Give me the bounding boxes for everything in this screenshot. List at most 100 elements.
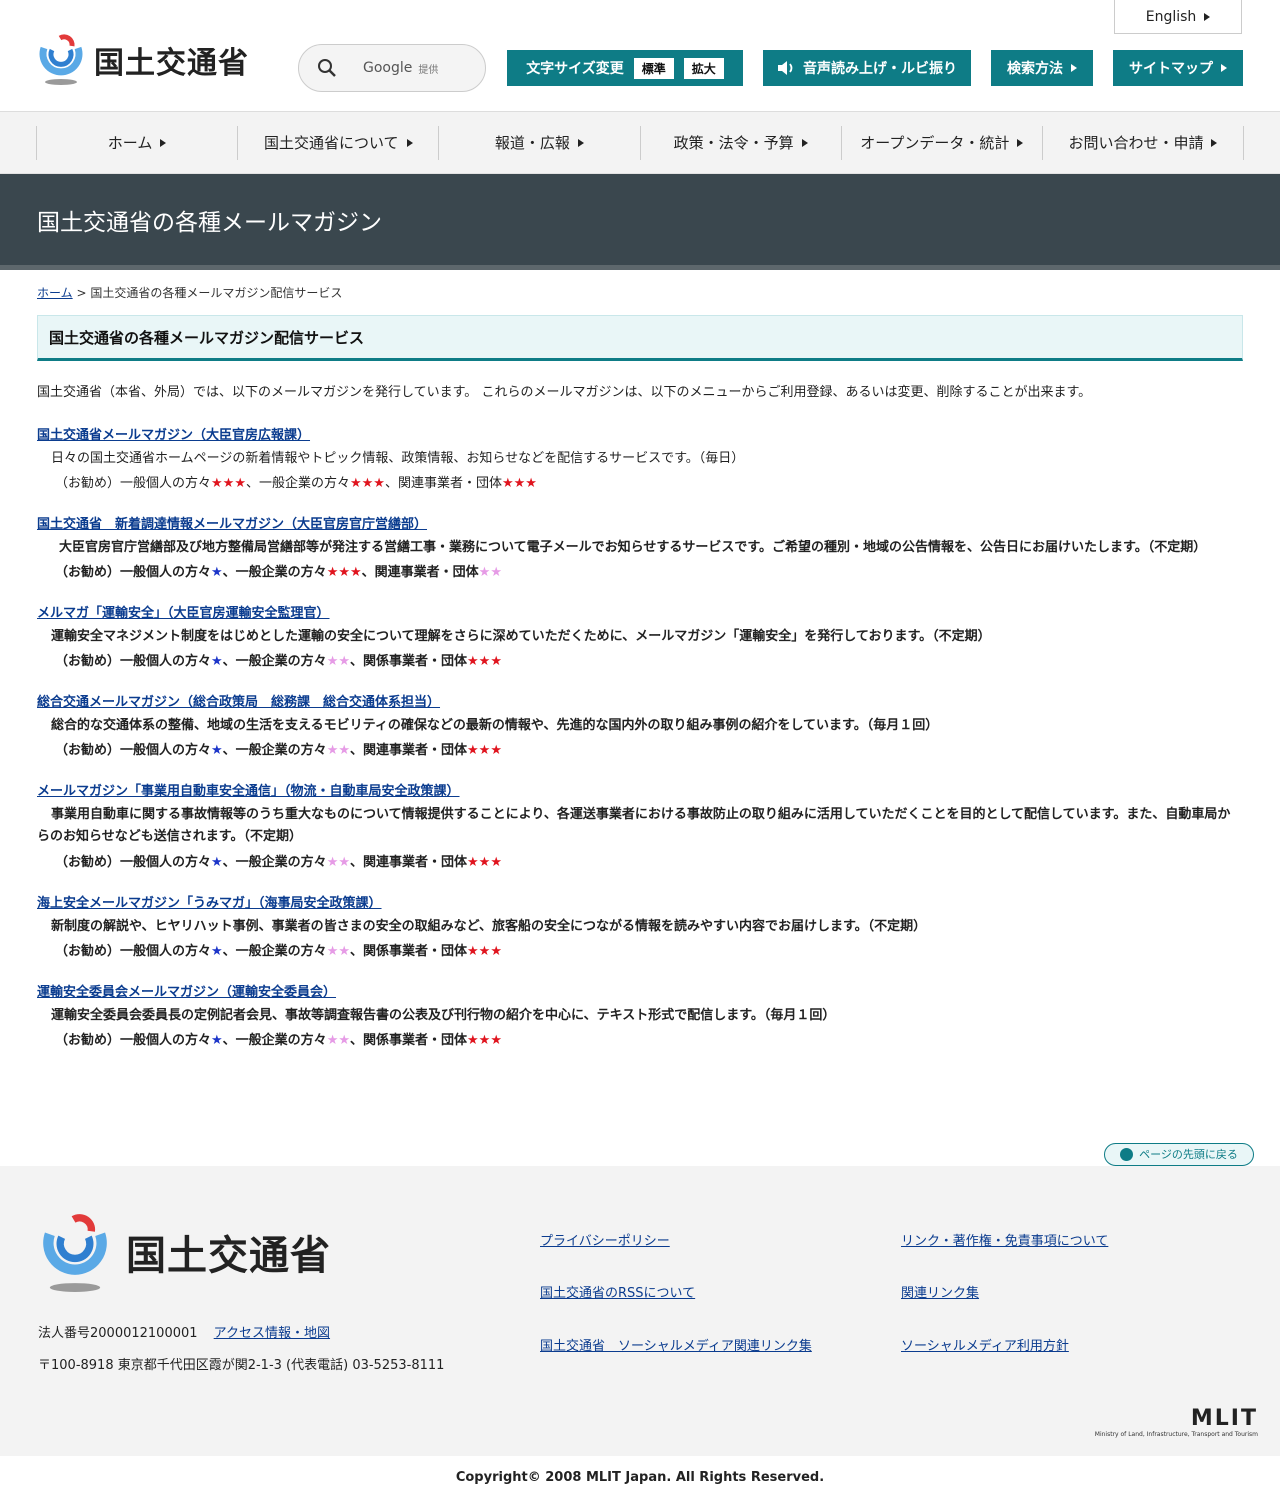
- site-footer: 国土交通省 法人番号2000012100001 アクセス情報・地図 〒100-8…: [0, 1165, 1280, 1456]
- social-links-link[interactable]: 国土交通省 ソーシャルメディア関連リンク集: [540, 1335, 812, 1354]
- voice-ruby-button[interactable]: 音声読み上げ・ルビ振り: [763, 50, 971, 86]
- nav-item-opendata[interactable]: オープンデータ・統計: [840, 125, 1042, 160]
- google-label: Google: [363, 60, 413, 76]
- nav-item-about[interactable]: 国土交通省について: [237, 125, 438, 160]
- nav-item-contact[interactable]: お問い合わせ・申請: [1041, 125, 1245, 160]
- triangle-right-icon: [160, 138, 167, 147]
- rating-stars: ★★★: [467, 943, 502, 959]
- site-logo[interactable]: 国土交通省: [36, 34, 249, 86]
- triangle-right-icon: [801, 138, 808, 147]
- nav-label: 政策・法令・予算: [673, 134, 794, 152]
- corp-number: 法人番号2000012100001: [38, 1325, 198, 1341]
- list-item: メルマガ「運輸安全」（大臣官房運輸安全監理官） 運輸安全マネジメント制度をはじめ…: [37, 602, 1243, 669]
- english-label: English: [1145, 8, 1197, 25]
- rating-stars: ★: [211, 854, 223, 870]
- rec-business-label: 、関連事業者・団体: [384, 476, 502, 492]
- rec-company-label: 、一般企業の方々: [245, 476, 350, 492]
- rec-company-label: 、一般企業の方々: [222, 654, 327, 670]
- english-button[interactable]: English: [1114, 0, 1242, 34]
- list-item: メールマガジン「事業用自動車安全通信」（物流・自動車局安全政策課） 事業用自動車…: [37, 780, 1243, 869]
- magazine-recommendation: （お勧め）一般個人の方々★、一般企業の方々★★★、関連事業者・団体★★: [37, 561, 1243, 580]
- nav-label: 報道・広報: [494, 134, 570, 152]
- magazine-description: 大臣官房官庁営繕部及び地方整備局営繕部等が発注する営繕工事・業務について電子メー…: [59, 540, 1207, 556]
- page-top-button[interactable]: ページの先頭に戻る: [1104, 1142, 1254, 1166]
- social-policy-link[interactable]: ソーシャルメディア利用方針: [901, 1335, 1069, 1354]
- page-title-band: 国土交通省の各種メールマガジン: [0, 174, 1280, 270]
- search-method-button[interactable]: 検索方法: [991, 50, 1093, 86]
- nav-label: 国土交通省について: [263, 134, 399, 152]
- copyright: Copyright© 2008 MLIT Japan. All Rights R…: [455, 1470, 825, 1486]
- breadcrumb-home-link[interactable]: ホーム: [37, 286, 73, 300]
- rating-stars: ★★★: [467, 743, 502, 759]
- privacy-policy-link[interactable]: プライバシーポリシー: [540, 1230, 670, 1249]
- rec-company-label: 、一般企業の方々: [222, 743, 327, 759]
- rating-stars: ★★: [326, 654, 350, 670]
- rec-company-label: 、一般企業の方々: [222, 1032, 327, 1048]
- search-input[interactable]: Google 提供: [298, 44, 486, 92]
- font-large-button[interactable]: 拡大: [683, 57, 724, 79]
- nav-item-policy[interactable]: 政策・法令・予算: [639, 125, 841, 160]
- magazine-link[interactable]: 海上安全メールマガジン「うみマガ」（海事局安全政策課）: [37, 896, 382, 911]
- rec-individual-label: （お勧め）一般個人の方々: [55, 565, 212, 581]
- rating-stars: ★: [211, 1032, 223, 1048]
- rec-company-label: 、一般企業の方々: [222, 565, 327, 581]
- sitemap-button[interactable]: サイトマップ: [1113, 50, 1243, 86]
- rec-business-label: 、関連事業者・団体: [361, 565, 479, 581]
- rating-stars: ★: [211, 654, 223, 670]
- mlit-subtext: Ministry of Land, Infrastructure, Transp…: [1094, 1430, 1258, 1438]
- rating-stars: ★: [211, 743, 223, 759]
- magazine-link[interactable]: メールマガジン「事業用自動車安全通信」（物流・自動車局安全政策課）: [37, 784, 460, 799]
- list-item: 総合交通メールマガジン（総合政策局 総務課 総合交通体系担当） 総合的な交通体系…: [37, 691, 1243, 758]
- magazine-description: 運輸安全マネジメント制度をはじめとした運輸の安全について理解をさらに深めていただ…: [51, 629, 991, 645]
- rating-stars: ★★: [326, 1032, 350, 1048]
- access-link[interactable]: アクセス情報・地図: [214, 1326, 330, 1341]
- magazine-recommendation: （お勧め）一般個人の方々★、一般企業の方々★★、関連事業者・団体★★★: [37, 851, 1243, 870]
- magazine-link[interactable]: 運輸安全委員会メールマガジン（運輸安全委員会）: [37, 985, 336, 1000]
- magazine-link[interactable]: 国土交通省 新着調達情報メールマガジン（大臣官房官庁営繕部）: [37, 517, 427, 532]
- rec-business-label: 、関連事業者・団体: [350, 854, 468, 870]
- triangle-right-icon: [1221, 64, 1227, 72]
- rec-individual-label: （お勧め）一般個人の方々: [55, 743, 212, 759]
- rating-stars: ★★★: [467, 1032, 502, 1048]
- triangle-right-icon: [1204, 12, 1211, 21]
- related-links-link[interactable]: 関連リンク集: [901, 1282, 979, 1301]
- rec-individual-label: （お勧め）一般個人の方々: [55, 476, 212, 492]
- google-sub-label: 提供: [418, 64, 439, 76]
- magazine-description: 新制度の解説や、ヒヤリハット事例、事業者の皆さまの安全の取組みなど、旅客船の安全…: [51, 918, 927, 934]
- rating-stars: ★★: [326, 854, 350, 870]
- nav-label: オープンデータ・統計: [860, 134, 1010, 152]
- link-copyright-link[interactable]: リンク・著作権・免責事項について: [901, 1230, 1108, 1249]
- rating-stars: ★★: [326, 743, 350, 759]
- magazine-link[interactable]: 国土交通省メールマガジン（大臣官房広報課）: [37, 428, 310, 443]
- rec-business-label: 、関係事業者・団体: [350, 654, 468, 670]
- nav-item-press[interactable]: 報道・広報: [438, 125, 639, 160]
- font-standard-button[interactable]: 標準: [633, 57, 674, 79]
- nav-item-home[interactable]: ホーム: [36, 125, 237, 160]
- rss-link[interactable]: 国土交通省のRSSについて: [540, 1282, 695, 1301]
- rating-stars: ★★★: [211, 476, 246, 492]
- magazine-description: 日々の国土交通省ホームページの新着情報やトピック情報、政策情報、お知らせなどを配…: [51, 451, 745, 466]
- list-item: 運輸安全委員会メールマガジン（運輸安全委員会） 運輸安全委員会委員長の定例記者会…: [37, 981, 1243, 1048]
- speaker-icon: [778, 61, 793, 75]
- magazine-link[interactable]: 総合交通メールマガジン（総合政策局 総務課 総合交通体系担当）: [37, 695, 440, 710]
- page-top-area: ページの先頭に戻る: [0, 1070, 1280, 1166]
- list-item: 国土交通省メールマガジン（大臣官房広報課） 日々の国土交通省ホームページの新着情…: [37, 424, 1243, 491]
- magazine-recommendation: （お勧め）一般個人の方々★、一般企業の方々★★、関連事業者・団体★★★: [37, 739, 1243, 758]
- rec-individual-label: （お勧め）一般個人の方々: [55, 943, 212, 959]
- magazine-description: 総合的な交通体系の整備、地域の生活を支えるモビリティの確保などの最新の情報や、先…: [51, 718, 939, 734]
- magazine-list: 国土交通省メールマガジン（大臣官房広報課） 日々の国土交通省ホームページの新着情…: [37, 424, 1243, 1048]
- magazine-recommendation: （お勧め）一般個人の方々★、一般企業の方々★★、関係事業者・団体★★★: [37, 940, 1243, 959]
- triangle-right-icon: [1071, 64, 1077, 72]
- magazine-link[interactable]: メルマガ「運輸安全」（大臣官房運輸安全監理官）: [37, 606, 330, 621]
- rec-business-label: 、関係事業者・団体: [350, 1032, 468, 1048]
- rating-stars: ★★★: [467, 654, 502, 670]
- triangle-right-icon: [1017, 138, 1024, 147]
- list-item: 国土交通省 新着調達情報メールマガジン（大臣官房官庁営繕部） 大臣官房官庁営繕部…: [37, 513, 1243, 580]
- global-nav: ホーム 国土交通省について 報道・広報 政策・法令・予算 オープンデータ・統計 …: [0, 112, 1280, 174]
- footer-logo[interactable]: 国土交通省: [38, 1210, 331, 1294]
- mlit-logo-icon: [43, 1213, 107, 1292]
- nav-label: ホーム: [107, 134, 153, 152]
- magazine-description: 運輸安全委員会委員長の定例記者会見、事故等調査報告書の公表及び刊行物の紹介を中心…: [51, 1007, 836, 1023]
- font-size-label: 文字サイズ変更: [526, 61, 624, 77]
- list-item: 海上安全メールマガジン「うみマガ」（海事局安全政策課） 新制度の解説や、ヒヤリハ…: [37, 892, 1243, 959]
